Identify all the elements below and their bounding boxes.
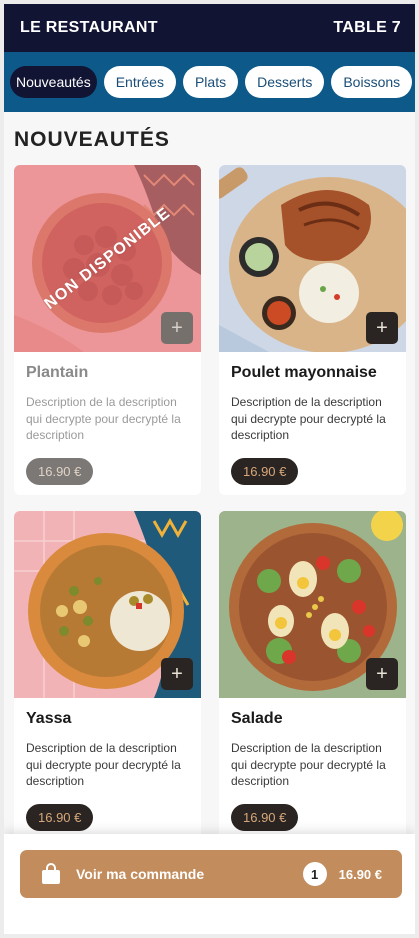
product-grid: NON DISPONIBLE + Plantain Description de… — [14, 165, 407, 841]
product-name: Salade — [231, 710, 283, 727]
product-image-yassa: + — [14, 511, 201, 698]
product-card-poulet-mayonnaise[interactable]: + Poulet mayonnaise Description de la de… — [219, 165, 406, 495]
product-image-plantain: NON DISPONIBLE + — [14, 165, 201, 352]
category-chip-boissons[interactable]: Boissons — [331, 66, 413, 98]
cart-count-badge: 1 — [302, 862, 327, 886]
restaurant-title: LE RESTAURANT — [20, 19, 158, 36]
product-info: Plantain Description de la description q… — [14, 352, 201, 485]
add-to-cart-button[interactable]: + — [366, 312, 398, 344]
product-card-yassa[interactable]: + Yassa Description de la description qu… — [14, 511, 201, 841]
top-bar: LE RESTAURANT TABLE 7 — [4, 4, 415, 52]
plus-icon: + — [376, 662, 388, 685]
product-name: Yassa — [26, 710, 72, 727]
unavailable-label: NON DISPONIBLE — [41, 203, 174, 313]
plus-icon: + — [171, 316, 183, 339]
add-to-cart-button[interactable]: + — [366, 658, 398, 690]
product-price: 16.90 € — [26, 458, 94, 485]
product-description: Description de la description qui decryp… — [26, 395, 181, 442]
app-root: LE RESTAURANT TABLE 7 Nouveautés Entrées… — [4, 4, 415, 934]
add-to-cart-button[interactable]: + — [161, 312, 193, 344]
product-card-plantain[interactable]: NON DISPONIBLE + Plantain Description de… — [14, 165, 201, 495]
category-chip-desserts[interactable]: Desserts — [245, 66, 325, 98]
product-description: Description de la description qui decryp… — [26, 741, 181, 788]
product-image-poulet-mayonnaise: + — [219, 165, 406, 352]
category-bar: Nouveautés Entrées Plats Desserts Boisso… — [4, 52, 415, 112]
plus-icon: + — [171, 662, 183, 685]
product-name: Plantain — [26, 364, 89, 381]
product-info: Salade Description de la description qui… — [219, 698, 406, 831]
product-price: 16.90 € — [231, 458, 299, 485]
product-info: Poulet mayonnaise Description de la desc… — [219, 352, 406, 485]
shopping-bag-icon — [42, 863, 60, 884]
product-description: Description de la description qui decryp… — [231, 395, 386, 442]
product-image-salade: + — [219, 511, 406, 698]
table-number: TABLE 7 — [333, 19, 401, 36]
order-total: 16.90 € — [338, 866, 382, 882]
plus-icon: + — [376, 316, 388, 339]
category-chip-nouveautes[interactable]: Nouveautés — [10, 66, 97, 98]
section-title: NOUVEAUTÉS — [14, 128, 170, 151]
view-order-label: Voir ma commande — [76, 866, 205, 882]
product-price: 16.90 € — [26, 804, 94, 831]
order-bar: Voir ma commande 1 16.90 € — [4, 834, 415, 934]
product-price: 16.90 € — [231, 804, 299, 831]
product-description: Description de la description qui decryp… — [231, 741, 386, 788]
add-to-cart-button[interactable]: + — [161, 658, 193, 690]
view-order-button[interactable]: Voir ma commande 1 16.90 € — [20, 850, 402, 898]
category-chip-plats[interactable]: Plats — [182, 66, 239, 98]
category-chip-entrees[interactable]: Entrées — [103, 66, 176, 98]
product-name: Poulet mayonnaise — [231, 364, 377, 381]
product-info: Yassa Description de la description qui … — [14, 698, 201, 831]
product-card-salade[interactable]: + Salade Description de la description q… — [219, 511, 406, 841]
